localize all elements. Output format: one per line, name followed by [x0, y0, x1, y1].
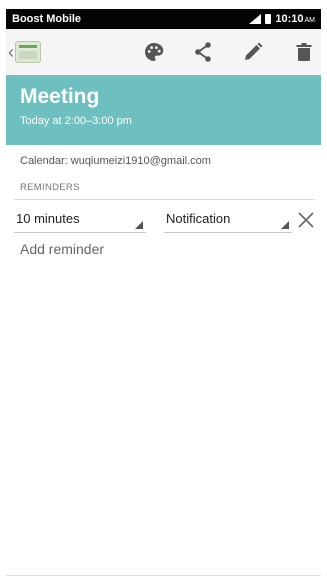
palette-icon[interactable] — [142, 40, 166, 64]
share-icon[interactable] — [191, 40, 215, 64]
back-button[interactable]: ‹ — [8, 41, 41, 63]
calendar-account: Calendar: wuqiumeizi1910@gmail.com — [20, 155, 211, 167]
dropdown-arrow-icon — [281, 221, 289, 229]
delete-icon[interactable] — [292, 40, 316, 64]
edit-icon[interactable] — [241, 40, 265, 64]
event-time: Today at 2:00–3:00 pm — [20, 115, 132, 127]
status-bar: Boost Mobile 10:10AM — [6, 9, 321, 29]
clock-suffix: AM — [304, 17, 316, 24]
battery-icon — [265, 14, 272, 24]
section-divider — [14, 199, 315, 200]
calendar-app-icon — [15, 41, 41, 63]
reminder-method-value: Notification — [166, 211, 231, 226]
reminder-method-dropdown[interactable]: Notification — [164, 211, 292, 233]
bottom-divider — [6, 575, 321, 576]
carrier-name: Boost Mobile — [12, 13, 82, 25]
action-bar: ‹ — [6, 29, 321, 75]
clock: 10:10 — [275, 13, 304, 25]
event-details: Calendar: wuqiumeizi1910@gmail.com REMIN… — [6, 145, 321, 575]
reminders-section-label: REMINDERS — [20, 182, 80, 193]
remove-reminder-icon[interactable] — [295, 209, 317, 231]
status-indicators: 10:10AM — [249, 13, 315, 25]
reminder-time-dropdown[interactable]: 10 minutes — [14, 211, 146, 233]
event-title: Meeting — [20, 85, 100, 108]
add-reminder-button[interactable]: Add reminder — [20, 241, 104, 257]
reminder-time-value: 10 minutes — [16, 211, 80, 226]
signal-icon — [249, 14, 262, 24]
dropdown-arrow-icon — [135, 221, 143, 229]
event-header: Meeting Today at 2:00–3:00 pm — [6, 75, 321, 145]
chevron-left-icon: ‹ — [8, 42, 14, 62]
